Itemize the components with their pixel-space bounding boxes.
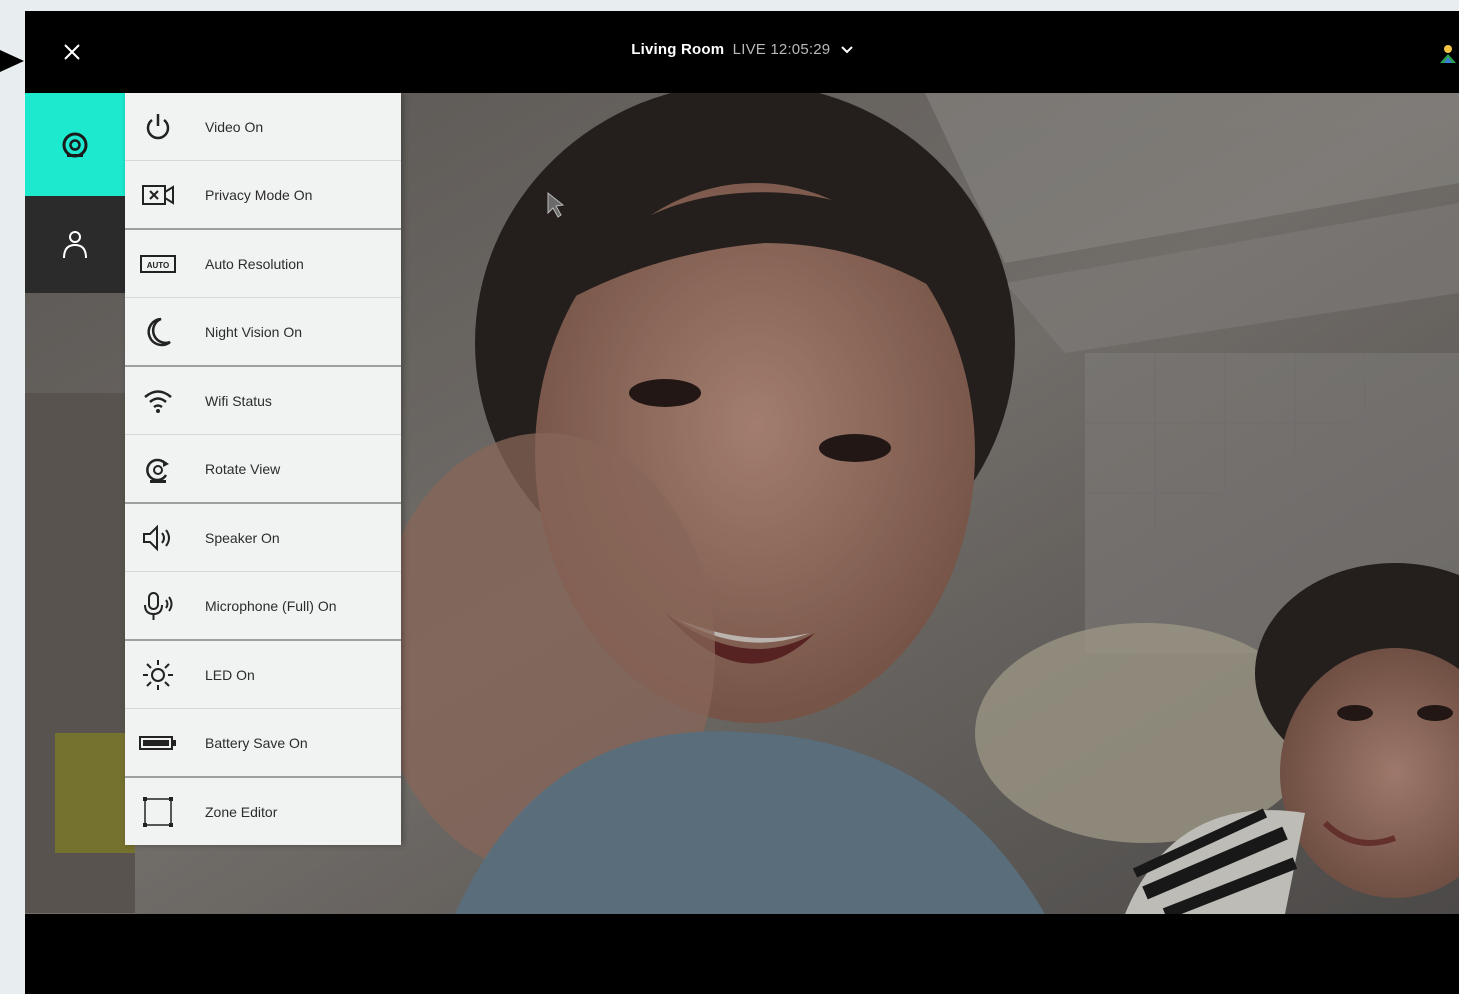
speaker-icon	[125, 524, 191, 552]
camera-icon	[62, 132, 88, 157]
top-bar: Living Room LIVE 12:05:29	[25, 11, 1459, 93]
camera-settings-menu: Video On Privacy Mode On AUTO Auto Resol…	[125, 93, 401, 845]
moon-icon	[125, 316, 191, 348]
menu-item-speaker[interactable]: Speaker On	[125, 504, 401, 572]
led-sun-icon	[125, 658, 191, 692]
menu-item-label: Wifi Status	[205, 392, 272, 409]
camera-title[interactable]: Living Room LIVE 12:05:29	[25, 41, 1459, 59]
menu-item-label: Speaker On	[205, 529, 280, 546]
user-profile-icon[interactable]	[1437, 43, 1459, 65]
menu-item-label: Night Vision On	[205, 323, 303, 340]
user-icon	[63, 230, 87, 258]
menu-item-led[interactable]: LED On	[125, 641, 401, 709]
menu-item-label: Rotate View	[205, 460, 281, 477]
menu-item-auto-resolution[interactable]: AUTO Auto Resolution	[125, 230, 401, 298]
camera-name: Living Room	[631, 41, 725, 58]
menu-item-label: Video On	[205, 118, 264, 135]
menu-item-video[interactable]: Video On	[125, 93, 401, 161]
menu-item-rotate-view[interactable]: Rotate View	[125, 435, 401, 504]
menu-item-microphone[interactable]: Microphone (Full) On	[125, 572, 401, 641]
microphone-icon	[125, 590, 191, 622]
sidebar-tab-rail	[25, 93, 125, 293]
bottom-bar	[25, 914, 1459, 994]
chevron-down-icon[interactable]	[841, 42, 853, 59]
wifi-icon	[125, 388, 191, 414]
menu-item-night-vision[interactable]: Night Vision On	[125, 298, 401, 367]
menu-item-label: Privacy Mode On	[205, 186, 313, 203]
menu-item-zone-editor[interactable]: Zone Editor	[125, 778, 401, 845]
menu-item-label: Microphone (Full) On	[205, 597, 337, 614]
camera-viewer-app: Living Room LIVE 12:05:29 Video On Priva…	[25, 11, 1459, 994]
menu-item-label: Battery Save On	[205, 734, 308, 751]
menu-item-label: Auto Resolution	[205, 255, 304, 272]
power-icon	[125, 111, 191, 143]
menu-item-label: Zone Editor	[205, 803, 278, 820]
zone-editor-icon	[125, 795, 191, 829]
menu-item-wifi-status[interactable]: Wifi Status	[125, 367, 401, 435]
tab-user-settings[interactable]	[25, 196, 125, 293]
privacy-camera-icon	[125, 182, 191, 208]
rotate-icon	[125, 453, 191, 485]
pointer-arrow-icon	[0, 50, 24, 72]
svg-text:AUTO: AUTO	[147, 261, 170, 270]
tab-camera-settings[interactable]	[25, 93, 125, 196]
resolution-icon: AUTO	[125, 253, 191, 275]
battery-icon	[125, 733, 191, 753]
menu-item-label: LED On	[205, 666, 255, 683]
menu-item-privacy-mode[interactable]: Privacy Mode On	[125, 161, 401, 230]
menu-item-battery-save[interactable]: Battery Save On	[125, 709, 401, 778]
live-timestamp: LIVE 12:05:29	[732, 41, 831, 58]
